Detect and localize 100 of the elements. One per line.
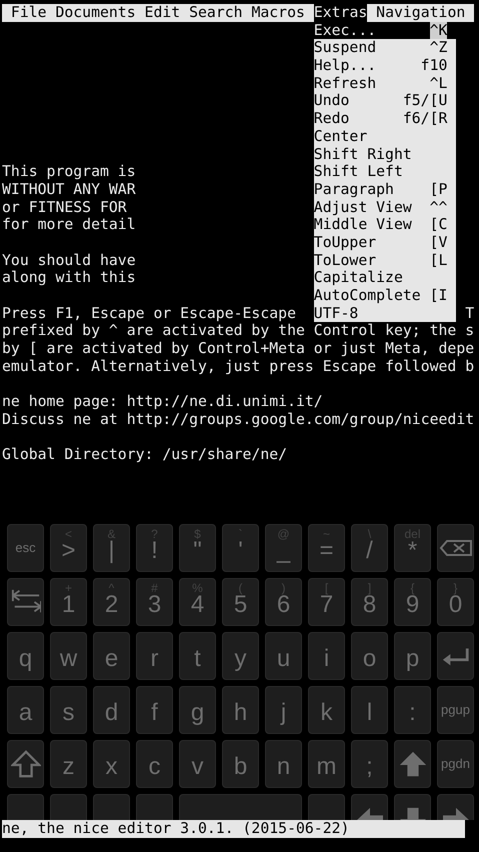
keyboard-key[interactable] [394, 740, 431, 788]
keyboard-key[interactable]: w [50, 632, 87, 680]
keyboard-key[interactable] [7, 578, 44, 626]
menu-item[interactable]: Paragraph [P [314, 180, 456, 199]
menu-item[interactable]: Undo f5/[U [314, 92, 456, 110]
keyboard-key[interactable]: ( 5 [222, 578, 259, 626]
terminal-text: Global Directory: /usr/share/ne/ [2, 446, 288, 464]
keyboard-key[interactable]: @ _ [265, 524, 302, 572]
terminal-text: This program is [2, 163, 136, 180]
keyboard-key[interactable]: h [222, 686, 259, 734]
keyboard-key[interactable]: r [136, 632, 173, 680]
keyboard-key[interactable]: p [394, 632, 431, 680]
terminal-text: ne home page: http://ne.di.unimi.it/ [2, 393, 323, 411]
keyboard-key[interactable]: < > [50, 524, 87, 572]
keyboard-key[interactable] [437, 524, 474, 572]
menu-item[interactable]: Suspend ^Z [314, 39, 456, 58]
arrow-up-icon [398, 749, 428, 779]
terminal-text: or FITNESS FOR [2, 198, 127, 216]
keyboard-key[interactable]: y [222, 632, 259, 680]
keyboard-key[interactable]: b [222, 740, 259, 788]
keyboard-key[interactable]: ~ = [308, 524, 345, 572]
menu-item[interactable]: Shift Right [314, 146, 456, 164]
terminal-text: by [ are activated by Control+Meta or just Meta, depe [2, 340, 474, 358]
keyboard-key[interactable]: [ 7 [308, 578, 345, 626]
terminal-text: along with this [2, 269, 136, 286]
menu-item[interactable]: Redo f6/[R [314, 110, 456, 128]
keyboard-key[interactable]: pgdn [437, 740, 474, 788]
keyboard-key[interactable] [394, 794, 431, 820]
keyboard-key[interactable]: m [308, 740, 345, 788]
arrow-left-icon [354, 807, 384, 820]
keyboard-key[interactable]: e [93, 632, 130, 680]
keyboard-key[interactable] [7, 740, 44, 788]
menu-bar-item[interactable]: File [10, 4, 47, 22]
keyboard-key[interactable]: : [394, 686, 431, 734]
terminal-text: WITHOUT ANY WAR [2, 180, 136, 198]
keyboard-key[interactable]: % 4 [179, 578, 216, 626]
keyboard-key[interactable]: u [265, 632, 302, 680]
keyboard-key[interactable]: f [136, 686, 173, 734]
keyboard-key[interactable]: l [351, 686, 388, 734]
menu-item[interactable]: Adjust View ^^ [314, 198, 456, 216]
menu-item[interactable]: Shift Left [314, 163, 456, 181]
menu-item[interactable]: Refresh ^L [314, 74, 456, 92]
keyboard-key[interactable]: d [93, 686, 130, 734]
arrow-right-icon [440, 807, 470, 820]
menu-bar-item[interactable]: Edit [144, 4, 180, 22]
keyboard-key[interactable]: \ / [351, 524, 388, 572]
keyboard-key[interactable]: i [308, 632, 345, 680]
shift-icon [10, 749, 40, 779]
menu-bar-item[interactable]: Extras [314, 4, 368, 22]
keyboard-key[interactable]: } 0 [437, 578, 474, 626]
menu-item[interactable]: Help... f10 [314, 57, 456, 75]
keyboard-key[interactable]: a [7, 686, 44, 734]
keyboard-key[interactable]: esc [7, 524, 44, 572]
keyboard-key[interactable]: ` ' [222, 524, 259, 572]
keyboard-key[interactable]: q [7, 632, 44, 680]
keyboard-key[interactable]: ; [351, 740, 388, 788]
keyboard-key[interactable]: v [179, 740, 216, 788]
keyboard-key[interactable]: s [50, 686, 87, 734]
menu-bar-item[interactable]: Documents [55, 4, 136, 22]
menu-item[interactable]: Capitalize [314, 269, 456, 287]
keyboard-key[interactable]: k [308, 686, 345, 734]
keyboard-key[interactable] [437, 794, 474, 820]
terminal-text: prefixed by ^ are activated by the Control key; the s [2, 322, 474, 340]
keyboard-key[interactable]: j [265, 686, 302, 734]
keyboard-key[interactable]: t [179, 632, 216, 680]
menu-item[interactable]: Middle View [C [314, 216, 456, 234]
keyboard-key[interactable]: z [50, 740, 87, 788]
keyboard-key[interactable] [351, 794, 388, 820]
keyboard-key[interactable]: $ " [179, 524, 216, 572]
menu-item[interactable]: ToUpper [V [314, 234, 456, 252]
terminal-text: T [464, 304, 474, 322]
keyboard-key[interactable]: o [351, 632, 388, 680]
keyboard-key[interactable]: ? ! [136, 524, 173, 572]
terminal-text: emulator. Alternatively, just press Escape followed b [2, 358, 474, 376]
menu-item[interactable]: AutoComplete [I [314, 287, 456, 305]
status-bar: ne, the nice editor 3.0.1. (2015-06-22) [2, 820, 466, 838]
keyboard-key[interactable]: + 1 [50, 578, 87, 626]
keyboard-key[interactable]: # 3 [136, 578, 173, 626]
keyboard-key[interactable]: ^ 2 [93, 578, 130, 626]
menu-item[interactable]: UTF-8 [314, 304, 456, 322]
keyboard-key[interactable] [437, 632, 474, 680]
keyboard-key[interactable]: g [179, 686, 216, 734]
keyboard-key[interactable]: & | [93, 524, 130, 572]
terminal-text: You should have [2, 252, 136, 269]
menu-bar-item[interactable]: Search [189, 4, 243, 22]
keyboard-key[interactable]: ) 6 [265, 578, 302, 626]
keyboard-key[interactable]: { 9 [394, 578, 431, 626]
menu-bar-item[interactable]: Macros [251, 4, 305, 22]
menu-item[interactable]: ToLower [L [314, 252, 456, 270]
terminal-text: for more detail [2, 216, 136, 234]
menu-item[interactable]: Exec... ^K [314, 22, 456, 40]
keyboard-key[interactable]: n [265, 740, 302, 788]
keyboard-key[interactable]: pgup [437, 686, 474, 734]
menu-item[interactable]: Center [314, 128, 456, 146]
keyboard-key[interactable]: x [93, 740, 130, 788]
terminal-text: Press F1, Escape or Escape-Escape [2, 304, 296, 322]
keyboard-key[interactable]: c [136, 740, 173, 788]
terminal-text: Discuss ne at http://groups.google.com/group/niceedit [2, 410, 474, 428]
keyboard-key[interactable]: ] 8 [351, 578, 388, 626]
menu-bar-item[interactable]: Navigation [376, 4, 466, 22]
